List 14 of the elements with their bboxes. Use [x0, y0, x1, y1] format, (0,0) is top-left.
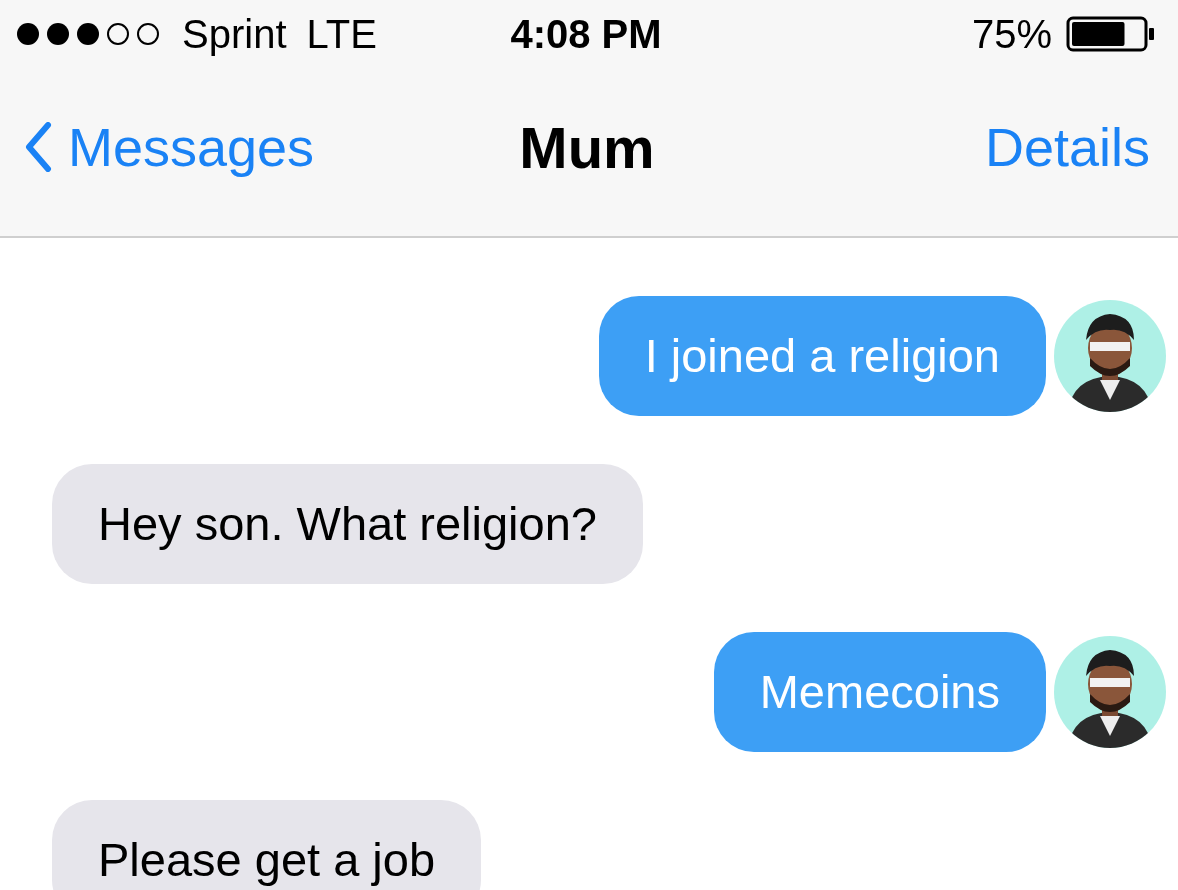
status-time: 4:08 PM [510, 11, 662, 57]
contact-name: Mum [519, 113, 655, 181]
details-button[interactable]: Details [730, 116, 1150, 178]
back-button[interactable]: Messages [24, 116, 444, 178]
signal-icon [16, 22, 162, 46]
network-type: LTE [306, 11, 377, 57]
sent-message: Memecoins [713, 632, 1046, 752]
received-message: Hey son. What religion? [52, 464, 643, 584]
sent-message: I joined a religion [598, 296, 1046, 416]
battery-percent: 75% [971, 11, 1052, 57]
chevron-left-icon [24, 122, 52, 172]
received-message: Please get a job [52, 800, 482, 890]
carrier-name: Sprint [182, 11, 287, 57]
battery-icon [1066, 16, 1156, 52]
